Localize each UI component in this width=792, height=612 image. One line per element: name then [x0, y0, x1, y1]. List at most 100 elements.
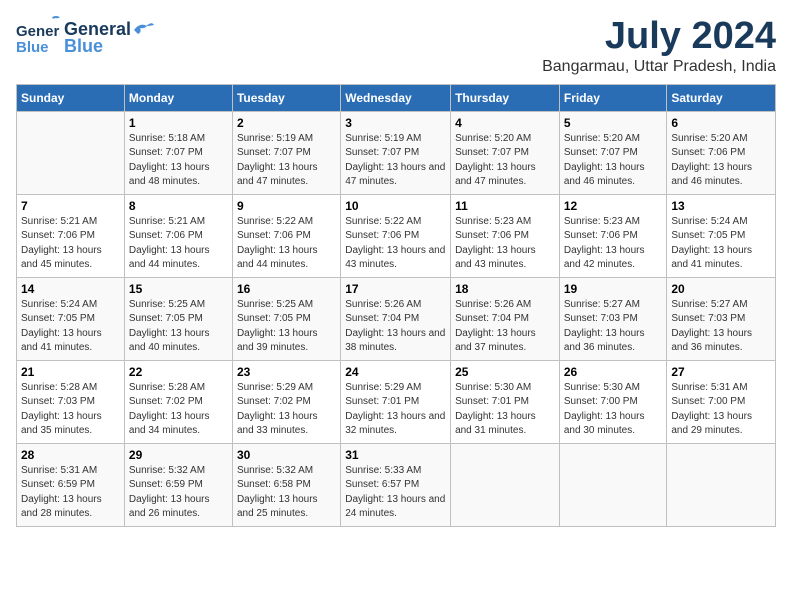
- day-number: 9: [237, 199, 336, 213]
- calendar-cell: 11 Sunrise: 5:23 AMSunset: 7:06 PMDayligh…: [451, 194, 560, 277]
- calendar-cell: 26 Sunrise: 5:30 AMSunset: 7:00 PMDayligh…: [559, 360, 667, 443]
- calendar-cell: [667, 443, 776, 526]
- week-row-5: 28Sunrise: 5:31 AMSunset: 6:59 PMDayligh…: [17, 443, 776, 526]
- calendar-cell: 24Sunrise: 5:29 AMSunset: 7:01 PMDayligh…: [341, 360, 451, 443]
- col-header-friday: Friday: [559, 84, 667, 111]
- month-year-title: July 2024: [542, 16, 776, 58]
- day-number: 17: [345, 282, 446, 296]
- day-number: 15: [129, 282, 228, 296]
- calendar-cell: 16 Sunrise: 5:25 AMSunset: 7:05 PMDayligh…: [232, 277, 340, 360]
- col-header-saturday: Saturday: [667, 84, 776, 111]
- day-info: Sunrise: 5:30 AMSunset: 7:01 PMDaylight:…: [455, 381, 555, 439]
- day-info: Sunrise: 5:27 AMSunset: 7:03 PMDaylight:…: [671, 298, 771, 356]
- day-info: Sunrise: 5:26 AMSunset: 7:04 PMDaylight:…: [345, 298, 446, 356]
- calendar-cell: 8 Sunrise: 5:21 AMSunset: 7:06 PMDaylight…: [124, 194, 232, 277]
- day-number: 21: [21, 365, 120, 379]
- calendar-cell: 28Sunrise: 5:31 AMSunset: 6:59 PMDayligh…: [17, 443, 125, 526]
- calendar-cell: 29Sunrise: 5:32 AMSunset: 6:59 PMDayligh…: [124, 443, 232, 526]
- day-number: 4: [455, 116, 555, 130]
- calendar-cell: 18 Sunrise: 5:26 AMSunset: 7:04 PMDayligh…: [451, 277, 560, 360]
- location-subtitle: Bangarmau, Uttar Pradesh, India: [542, 58, 776, 76]
- calendar-cell: 23 Sunrise: 5:29 AMSunset: 7:02 PMDayligh…: [232, 360, 340, 443]
- day-number: 16: [237, 282, 336, 296]
- day-number: 22: [129, 365, 228, 379]
- day-info: Sunrise: 5:22 AMSunset: 7:06 PMDaylight:…: [345, 215, 446, 273]
- col-header-monday: Monday: [124, 84, 232, 111]
- calendar-cell: 21 Sunrise: 5:28 AMSunset: 7:03 PMDayligh…: [17, 360, 125, 443]
- logo: General Blue General Blue: [16, 16, 154, 60]
- calendar-cell: 17 Sunrise: 5:26 AMSunset: 7:04 PMDayligh…: [341, 277, 451, 360]
- calendar-cell: 19Sunrise: 5:27 AMSunset: 7:03 PMDayligh…: [559, 277, 667, 360]
- day-number: 11: [455, 199, 555, 213]
- day-info: Sunrise: 5:20 AMSunset: 7:07 PMDaylight:…: [564, 132, 663, 190]
- day-number: 25: [455, 365, 555, 379]
- calendar-cell: 3Sunrise: 5:19 AMSunset: 7:07 PMDaylight…: [341, 111, 451, 194]
- day-number: 31: [345, 448, 446, 462]
- day-number: 8: [129, 199, 228, 213]
- day-number: 27: [671, 365, 771, 379]
- day-info: Sunrise: 5:22 AMSunset: 7:06 PMDaylight:…: [237, 215, 336, 273]
- calendar-cell: 25 Sunrise: 5:30 AMSunset: 7:01 PMDayligh…: [451, 360, 560, 443]
- day-info: Sunrise: 5:33 AMSunset: 6:57 PMDaylight:…: [345, 464, 446, 522]
- title-block: July 2024 Bangarmau, Uttar Pradesh, Indi…: [542, 16, 776, 76]
- day-info: Sunrise: 5:29 AMSunset: 7:01 PMDaylight:…: [345, 381, 446, 439]
- calendar-cell: 5 Sunrise: 5:20 AMSunset: 7:07 PMDaylight…: [559, 111, 667, 194]
- day-number: 20: [671, 282, 771, 296]
- col-header-sunday: Sunday: [17, 84, 125, 111]
- week-row-3: 14Sunrise: 5:24 AMSunset: 7:05 PMDayligh…: [17, 277, 776, 360]
- day-number: 19: [564, 282, 663, 296]
- day-number: 13: [671, 199, 771, 213]
- calendar-cell: 9 Sunrise: 5:22 AMSunset: 7:06 PMDaylight…: [232, 194, 340, 277]
- calendar-cell: 27 Sunrise: 5:31 AMSunset: 7:00 PMDayligh…: [667, 360, 776, 443]
- day-info: Sunrise: 5:28 AMSunset: 7:02 PMDaylight:…: [129, 381, 228, 439]
- day-info: Sunrise: 5:20 AMSunset: 7:06 PMDaylight:…: [671, 132, 771, 190]
- day-info: Sunrise: 5:23 AMSunset: 7:06 PMDaylight:…: [564, 215, 663, 273]
- day-info: Sunrise: 5:21 AMSunset: 7:06 PMDaylight:…: [129, 215, 228, 273]
- day-number: 2: [237, 116, 336, 130]
- calendar-cell: [559, 443, 667, 526]
- col-header-thursday: Thursday: [451, 84, 560, 111]
- day-info: Sunrise: 5:25 AMSunset: 7:05 PMDaylight:…: [129, 298, 228, 356]
- calendar-cell: 1Sunrise: 5:18 AMSunset: 7:07 PMDaylight…: [124, 111, 232, 194]
- bird-icon: [132, 21, 154, 39]
- day-info: Sunrise: 5:31 AMSunset: 7:00 PMDaylight:…: [671, 381, 771, 439]
- calendar-cell: 13Sunrise: 5:24 AMSunset: 7:05 PMDayligh…: [667, 194, 776, 277]
- day-number: 6: [671, 116, 771, 130]
- day-info: Sunrise: 5:31 AMSunset: 6:59 PMDaylight:…: [21, 464, 120, 522]
- day-info: Sunrise: 5:19 AMSunset: 7:07 PMDaylight:…: [345, 132, 446, 190]
- calendar-table: SundayMondayTuesdayWednesdayThursdayFrid…: [16, 84, 776, 527]
- day-info: Sunrise: 5:32 AMSunset: 6:58 PMDaylight:…: [237, 464, 336, 522]
- calendar-cell: 20 Sunrise: 5:27 AMSunset: 7:03 PMDayligh…: [667, 277, 776, 360]
- day-number: 14: [21, 282, 120, 296]
- day-info: Sunrise: 5:23 AMSunset: 7:06 PMDaylight:…: [455, 215, 555, 273]
- day-info: Sunrise: 5:30 AMSunset: 7:00 PMDaylight:…: [564, 381, 663, 439]
- svg-text:Blue: Blue: [16, 39, 49, 56]
- day-number: 5: [564, 116, 663, 130]
- calendar-cell: 2 Sunrise: 5:19 AMSunset: 7:07 PMDaylight…: [232, 111, 340, 194]
- calendar-cell: 6 Sunrise: 5:20 AMSunset: 7:06 PMDaylight…: [667, 111, 776, 194]
- calendar-cell: 7 Sunrise: 5:21 AMSunset: 7:06 PMDaylight…: [17, 194, 125, 277]
- day-number: 7: [21, 199, 120, 213]
- calendar-cell: [17, 111, 125, 194]
- day-info: Sunrise: 5:26 AMSunset: 7:04 PMDaylight:…: [455, 298, 555, 356]
- svg-text:General: General: [16, 23, 60, 40]
- day-info: Sunrise: 5:21 AMSunset: 7:06 PMDaylight:…: [21, 215, 120, 273]
- day-number: 23: [237, 365, 336, 379]
- calendar-cell: 22 Sunrise: 5:28 AMSunset: 7:02 PMDayligh…: [124, 360, 232, 443]
- day-number: 26: [564, 365, 663, 379]
- day-number: 18: [455, 282, 555, 296]
- calendar-cell: 31 Sunrise: 5:33 AMSunset: 6:57 PMDayligh…: [341, 443, 451, 526]
- day-number: 30: [237, 448, 336, 462]
- calendar-cell: 15 Sunrise: 5:25 AMSunset: 7:05 PMDayligh…: [124, 277, 232, 360]
- day-info: Sunrise: 5:20 AMSunset: 7:07 PMDaylight:…: [455, 132, 555, 190]
- day-info: Sunrise: 5:28 AMSunset: 7:03 PMDaylight:…: [21, 381, 120, 439]
- logo-icon: General Blue: [16, 16, 60, 60]
- day-number: 1: [129, 116, 228, 130]
- calendar-header-row: SundayMondayTuesdayWednesdayThursdayFrid…: [17, 84, 776, 111]
- col-header-wednesday: Wednesday: [341, 84, 451, 111]
- calendar-cell: 10Sunrise: 5:22 AMSunset: 7:06 PMDayligh…: [341, 194, 451, 277]
- day-info: Sunrise: 5:19 AMSunset: 7:07 PMDaylight:…: [237, 132, 336, 190]
- week-row-1: 1Sunrise: 5:18 AMSunset: 7:07 PMDaylight…: [17, 111, 776, 194]
- day-info: Sunrise: 5:29 AMSunset: 7:02 PMDaylight:…: [237, 381, 336, 439]
- day-info: Sunrise: 5:25 AMSunset: 7:05 PMDaylight:…: [237, 298, 336, 356]
